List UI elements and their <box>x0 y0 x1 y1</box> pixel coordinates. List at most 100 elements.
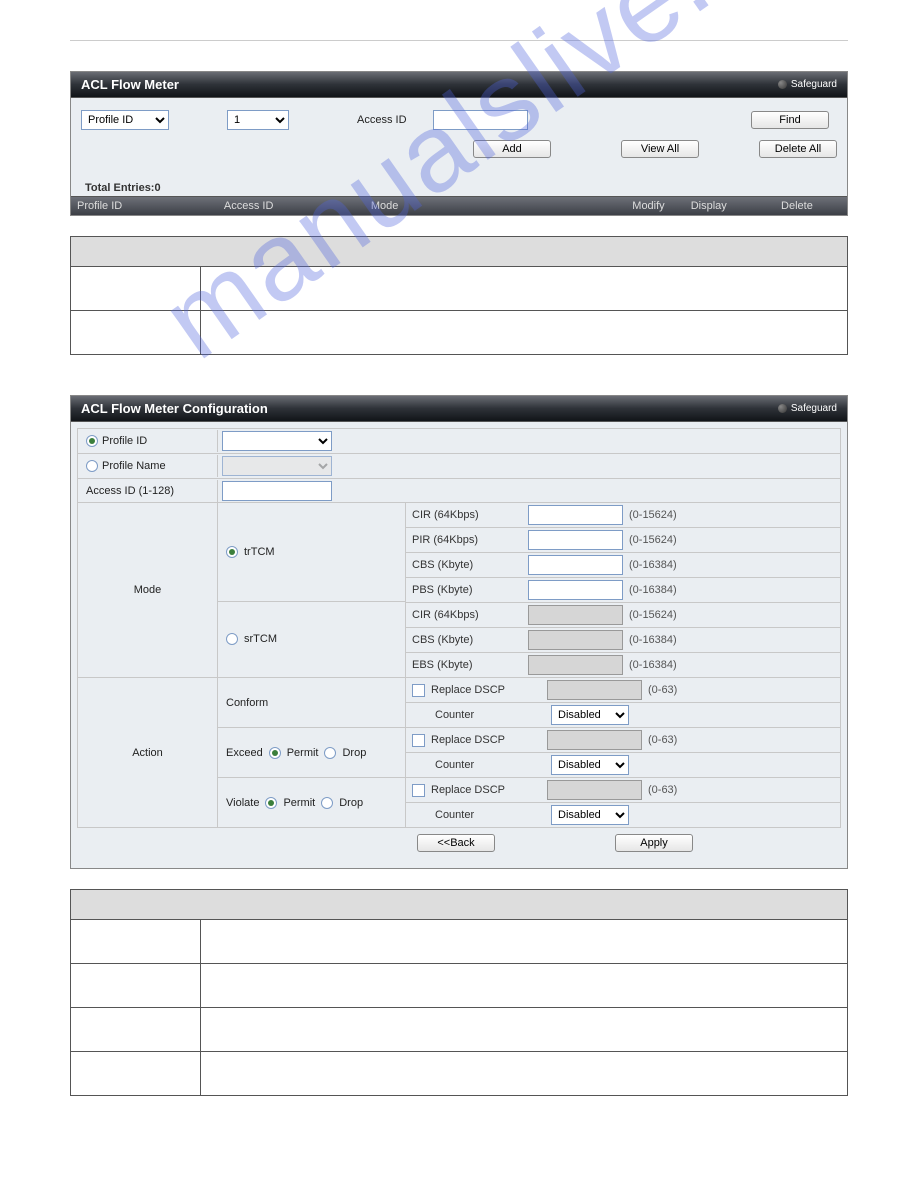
access-id-input[interactable] <box>433 110 528 130</box>
violate-dscp-input <box>547 780 642 800</box>
safeguard-dot-icon <box>778 80 787 89</box>
trtcm-label: trTCM <box>244 546 275 558</box>
mode-grid: Mode trTCM srTCM CIR (64Kbps) (0-15624) P… <box>77 502 841 678</box>
violate-permit-label: Permit <box>283 797 315 809</box>
desc2-r3c1 <box>71 1008 201 1052</box>
panel1-header: ACL Flow Meter Safeguard <box>71 72 847 98</box>
exceed-drop-label: Drop <box>342 747 366 759</box>
desc2-r2c1 <box>71 964 201 1008</box>
desc2-r4c2 <box>201 1052 848 1096</box>
exceed-counter-select[interactable]: Disabled <box>551 755 629 775</box>
access-id-label: Access ID <box>357 114 407 126</box>
cir-input[interactable] <box>528 505 623 525</box>
safeguard-label-2: Safeguard <box>791 403 837 414</box>
violate-counter-select[interactable]: Disabled <box>551 805 629 825</box>
conform-dscp-checkbox[interactable] <box>412 684 425 697</box>
cbs-input[interactable] <box>528 555 623 575</box>
desc1-r2c2 <box>201 311 848 355</box>
back-button[interactable]: <<Back <box>417 834 495 852</box>
violate-dscp-range: (0-63) <box>648 784 677 796</box>
view-all-button[interactable]: View All <box>621 140 699 158</box>
acl-flow-meter-panel: ACL Flow Meter Safeguard Profile ID 1 Ac… <box>70 71 848 216</box>
apply-button[interactable]: Apply <box>615 834 693 852</box>
ebs-range: (0-16384) <box>629 659 677 671</box>
desc2-r1c1 <box>71 920 201 964</box>
access-id-cfg-input[interactable] <box>222 481 332 501</box>
cir2-range: (0-15624) <box>629 609 677 621</box>
access-id-cfg-label: Access ID (1-128) <box>86 485 174 497</box>
col-delete: Delete <box>753 200 841 212</box>
cir-range: (0-15624) <box>629 509 677 521</box>
profile-id-radio[interactable] <box>86 435 98 447</box>
ebs-input <box>528 655 623 675</box>
cir2-input <box>528 605 623 625</box>
desc2-r4c1 <box>71 1052 201 1096</box>
col-access-id: Access ID <box>224 200 371 212</box>
safeguard-label: Safeguard <box>791 79 837 90</box>
desc1-header <box>71 237 848 267</box>
add-button[interactable]: Add <box>473 140 551 158</box>
conform-dscp-input <box>547 680 642 700</box>
panel1-title: ACL Flow Meter <box>81 77 179 92</box>
cbs2-input <box>528 630 623 650</box>
col-profile-id: Profile ID <box>77 200 224 212</box>
violate-dscp-label: Replace DSCP <box>431 784 541 796</box>
cbs2-label: CBS (Kbyte) <box>412 634 522 646</box>
col-modify: Modify <box>518 200 665 212</box>
safeguard-dot-icon-2 <box>778 404 787 413</box>
action-label: Action <box>132 747 163 759</box>
cbs-label: CBS (Kbyte) <box>412 559 522 571</box>
find-button[interactable]: Find <box>751 111 829 129</box>
desc2-r2c2 <box>201 964 848 1008</box>
desc2-r1c2 <box>201 920 848 964</box>
exceed-permit-radio[interactable] <box>269 747 281 759</box>
pbs-label: PBS (Kbyte) <box>412 584 522 596</box>
acl-flow-meter-config-panel: ACL Flow Meter Configuration Safeguard P… <box>70 395 848 869</box>
top-divider <box>70 40 848 41</box>
cir2-label: CIR (64Kbps) <box>412 609 522 621</box>
desc2-header <box>71 890 848 920</box>
profile-id-select[interactable] <box>222 431 332 451</box>
trtcm-radio[interactable] <box>226 546 238 558</box>
results-header-row: Profile ID Access ID Mode Modify Display… <box>71 196 847 215</box>
srtcm-radio[interactable] <box>226 633 238 645</box>
violate-dscp-checkbox[interactable] <box>412 784 425 797</box>
exceed-dscp-checkbox[interactable] <box>412 734 425 747</box>
delete-all-button[interactable]: Delete All <box>759 140 837 158</box>
description-table-2 <box>70 889 848 1096</box>
col-mode: Mode <box>371 200 518 212</box>
cbs2-range: (0-16384) <box>629 634 677 646</box>
safeguard-badge-2: Safeguard <box>778 403 837 414</box>
desc1-r1c1 <box>71 267 201 311</box>
description-table-1 <box>70 236 848 355</box>
profile-name-radio-label: Profile Name <box>102 460 166 472</box>
violate-drop-radio[interactable] <box>321 797 333 809</box>
action-grid: Action Conform Exceed Permit Drop Violat… <box>77 677 841 828</box>
pir-label: PIR (64Kbps) <box>412 534 522 546</box>
srtcm-label: srTCM <box>244 633 277 645</box>
mode-label: Mode <box>134 584 162 596</box>
desc2-r3c2 <box>201 1008 848 1052</box>
profile-name-radio[interactable] <box>86 460 98 472</box>
profile-id-value-select[interactable]: 1 <box>227 110 289 130</box>
conform-counter-select[interactable]: Disabled <box>551 705 629 725</box>
cir-label: CIR (64Kbps) <box>412 509 522 521</box>
exceed-dscp-label: Replace DSCP <box>431 734 541 746</box>
exceed-label: Exceed <box>226 747 263 759</box>
exceed-counter-label: Counter <box>435 759 545 771</box>
conform-counter-label: Counter <box>435 709 545 721</box>
pbs-input[interactable] <box>528 580 623 600</box>
pir-range: (0-15624) <box>629 534 677 546</box>
violate-permit-radio[interactable] <box>265 797 277 809</box>
panel2-title: ACL Flow Meter Configuration <box>81 401 268 416</box>
cbs-range: (0-16384) <box>629 559 677 571</box>
profile-id-type-select[interactable]: Profile ID <box>81 110 169 130</box>
exceed-permit-label: Permit <box>287 747 319 759</box>
pbs-range: (0-16384) <box>629 584 677 596</box>
exceed-drop-radio[interactable] <box>324 747 336 759</box>
pir-input[interactable] <box>528 530 623 550</box>
violate-counter-label: Counter <box>435 809 545 821</box>
ebs-label: EBS (Kbyte) <box>412 659 522 671</box>
violate-drop-label: Drop <box>339 797 363 809</box>
conform-dscp-range: (0-63) <box>648 684 677 696</box>
